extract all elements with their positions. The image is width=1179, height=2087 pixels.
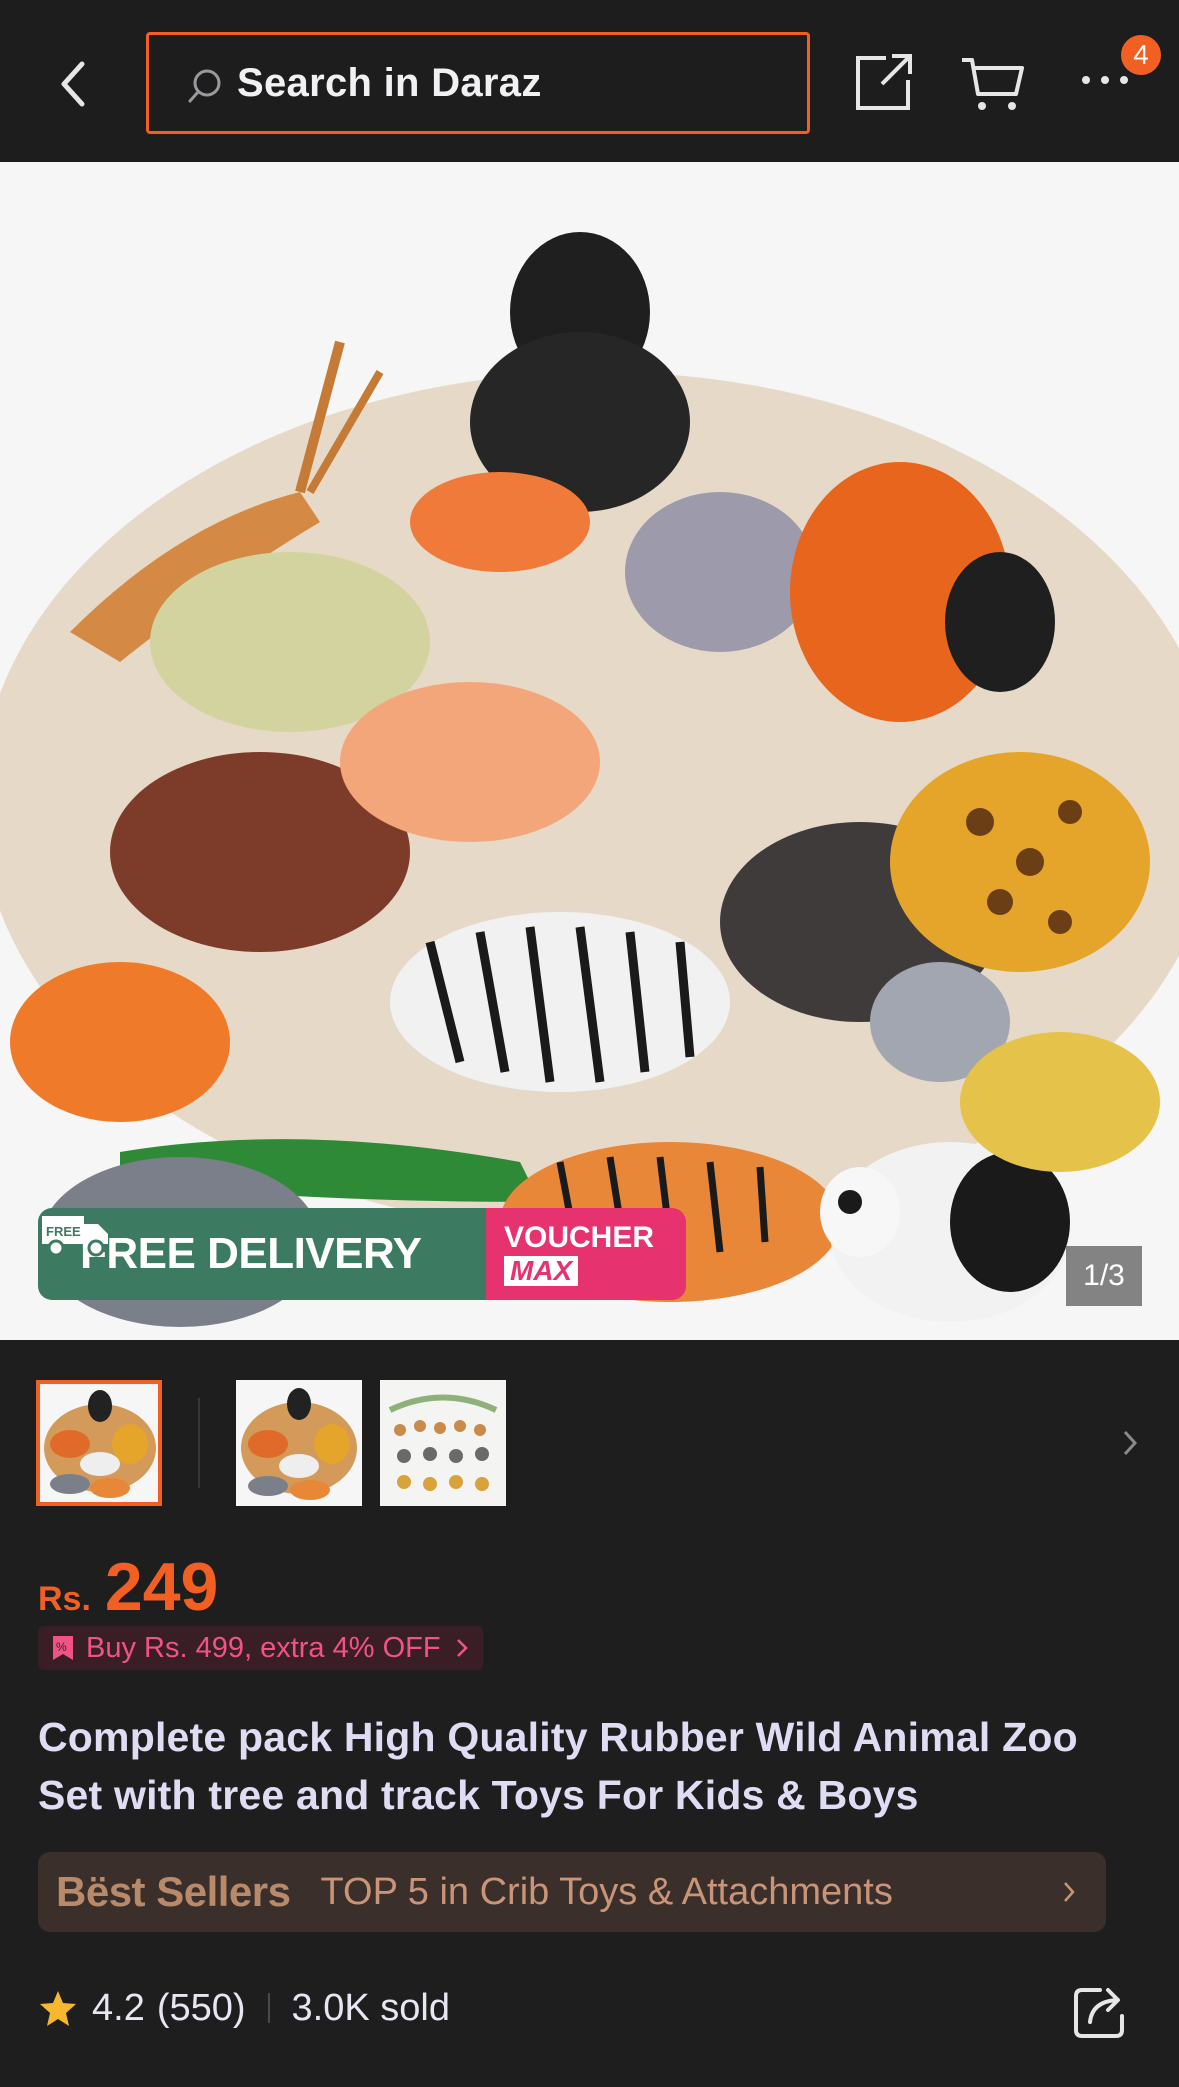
thumbnail-3[interactable] bbox=[380, 1380, 506, 1506]
divider bbox=[267, 1993, 270, 2023]
price-currency: Rs. bbox=[38, 1580, 91, 1618]
rating-row[interactable]: 4.2 (550) 3.0K sold bbox=[38, 1980, 450, 2036]
search-placeholder: Search in Daraz bbox=[237, 61, 542, 105]
thumbnail-2[interactable] bbox=[236, 1380, 362, 1506]
promo-text: Buy Rs. 499, extra 4% OFF bbox=[86, 1631, 441, 1664]
free-delivery-label: FREE DELIVERY bbox=[80, 1229, 422, 1278]
cart-button[interactable] bbox=[960, 54, 1026, 114]
rating-count: (550) bbox=[156, 1986, 246, 2029]
discount-tag-icon: % bbox=[53, 1636, 73, 1660]
cart-icon bbox=[962, 58, 1024, 110]
share-product-icon[interactable] bbox=[1070, 1982, 1130, 2042]
back-button[interactable] bbox=[52, 54, 100, 114]
top-bar: Search in Daraz 4 bbox=[0, 0, 1179, 162]
star-icon bbox=[40, 1991, 76, 2026]
delivery-truck-icon: FREE bbox=[42, 1216, 108, 1257]
free-delivery-section: FREE FREE DELIVERY bbox=[38, 1208, 486, 1300]
chevron-right-icon bbox=[1064, 1882, 1075, 1902]
price-value: 249 bbox=[104, 1549, 219, 1625]
animal-toys-illustration bbox=[0, 162, 1179, 1340]
cart-badge: 4 bbox=[1118, 32, 1164, 78]
search-icon bbox=[188, 69, 221, 103]
svg-text:%: % bbox=[56, 1640, 67, 1654]
thumbnail-divider bbox=[198, 1398, 200, 1488]
thumbnail-1[interactable] bbox=[36, 1380, 162, 1506]
free-delivery-banner: FREE FREE DELIVERY VOUCHER MAX bbox=[38, 1208, 686, 1300]
best-sellers-banner[interactable]: Bëst Sellers TOP 5 in Crib Toys & Attach… bbox=[38, 1852, 1106, 1932]
best-sellers-logo: Bëst Sellers bbox=[56, 1868, 291, 1915]
sold-count: 3.0K sold bbox=[291, 1986, 450, 2029]
share-icon bbox=[856, 54, 912, 110]
voucher-label: VOUCHER bbox=[504, 1220, 655, 1254]
thumbnail-image bbox=[40, 1384, 158, 1502]
product-title: Complete pack High Quality Rubber Wild A… bbox=[38, 1714, 1078, 1818]
product-image[interactable]: FREE FREE DELIVERY VOUCHER MAX 1/3 bbox=[0, 162, 1179, 1340]
thumbnail-image bbox=[380, 1380, 506, 1506]
truck-label: FREE bbox=[46, 1224, 81, 1239]
price: Rs. 249 bbox=[38, 1548, 218, 1625]
promo-badge[interactable]: % Buy Rs. 499, extra 4% OFF bbox=[38, 1626, 483, 1670]
search-input[interactable]: Search in Daraz bbox=[146, 32, 810, 134]
image-page-indicator: 1/3 bbox=[1066, 1246, 1142, 1306]
back-icon bbox=[61, 61, 85, 107]
best-sellers-rank: TOP 5 in Crib Toys & Attachments bbox=[320, 1870, 893, 1913]
thumbnail-strip bbox=[0, 1340, 1179, 1540]
rating-score: 4.2 bbox=[92, 1986, 145, 2029]
chevron-right-icon[interactable] bbox=[1120, 1428, 1140, 1458]
voucher-max-label: MAX bbox=[504, 1255, 579, 1286]
thumbnail-image bbox=[236, 1380, 362, 1506]
chevron-right-icon bbox=[456, 1639, 468, 1657]
share-button[interactable] bbox=[852, 50, 916, 114]
voucher-max-section: VOUCHER MAX bbox=[486, 1208, 686, 1300]
